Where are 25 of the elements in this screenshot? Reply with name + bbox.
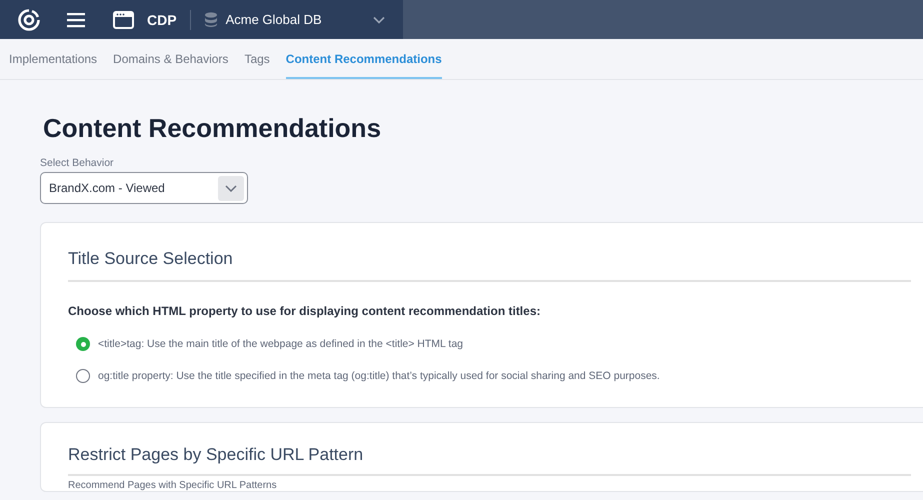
- app-name: CDP: [147, 12, 177, 28]
- database-icon: [204, 12, 217, 27]
- option-label: og:title property: Use the title specified in the meta tag (og:title) that’s typically used for social sharing and SEO purposes.: [98, 370, 660, 382]
- section-heading: Title Source Selection: [68, 249, 911, 282]
- radio-button[interactable]: [76, 337, 90, 351]
- section-heading: Restrict Pages by Specific URL Pattern: [68, 445, 911, 476]
- behavior-dropdown[interactable]: BrandX.com - Viewed: [40, 172, 248, 204]
- logo-icon[interactable]: [17, 8, 41, 32]
- nav-tab[interactable]: Tags: [244, 39, 270, 79]
- subsection-label: Recommend Pages with Specific URL Patterns: [68, 480, 278, 491]
- caret-icon[interactable]: [373, 16, 385, 24]
- menu-icon[interactable]: [67, 12, 85, 28]
- selected-value: BrandX.com - Viewed: [49, 181, 166, 195]
- nav-tab[interactable]: Content Recommendations: [286, 39, 442, 79]
- radio-button[interactable]: [76, 369, 90, 383]
- field-label: Select Behavior: [40, 157, 115, 169]
- chevron-down-icon: [225, 184, 237, 192]
- nav-tab[interactable]: Implementations: [9, 39, 98, 79]
- database-selector[interactable]: Acme Global DB: [226, 12, 322, 27]
- dropdown-toggle[interactable]: [218, 176, 244, 200]
- page-title: Content Recommendations: [43, 113, 382, 144]
- browser-window-icon: [113, 10, 134, 28]
- option-label: <title>tag: Use the main title of the webpage as defined in the <title> HTML tag: [98, 338, 463, 350]
- question-text: Choose which HTML property to use for displaying content recommendation titles:: [68, 304, 542, 318]
- nav-tab[interactable]: Domains & Behaviors: [113, 39, 228, 79]
